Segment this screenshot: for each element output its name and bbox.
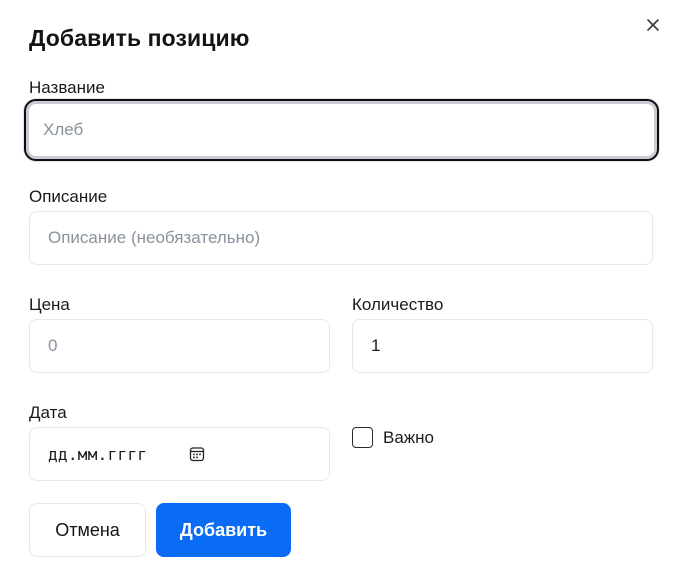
price-input[interactable] <box>29 319 330 373</box>
close-icon <box>647 19 659 31</box>
cancel-button[interactable]: Отмена <box>29 503 146 557</box>
description-input[interactable] <box>29 211 653 265</box>
name-label: Название <box>29 78 105 97</box>
date-label: Дата <box>29 403 67 422</box>
important-checkbox[interactable] <box>352 427 373 448</box>
close-button[interactable] <box>642 14 664 36</box>
add-item-dialog: Добавить позицию Название Описание Цена … <box>0 0 680 584</box>
important-checkbox-row[interactable]: Важно <box>352 427 434 448</box>
dialog-title: Добавить позицию <box>29 25 250 51</box>
date-input[interactable]: дд.мм.гггг <box>29 427 330 481</box>
quantity-input[interactable] <box>352 319 653 373</box>
price-label: Цена <box>29 295 70 314</box>
date-placeholder: дд.мм.гггг <box>48 444 148 464</box>
description-label: Описание <box>29 187 108 206</box>
quantity-label: Количество <box>352 295 444 314</box>
important-label: Важно <box>383 427 435 447</box>
add-button[interactable]: Добавить <box>156 503 291 557</box>
name-input[interactable] <box>24 99 659 161</box>
calendar-icon[interactable] <box>189 446 205 462</box>
